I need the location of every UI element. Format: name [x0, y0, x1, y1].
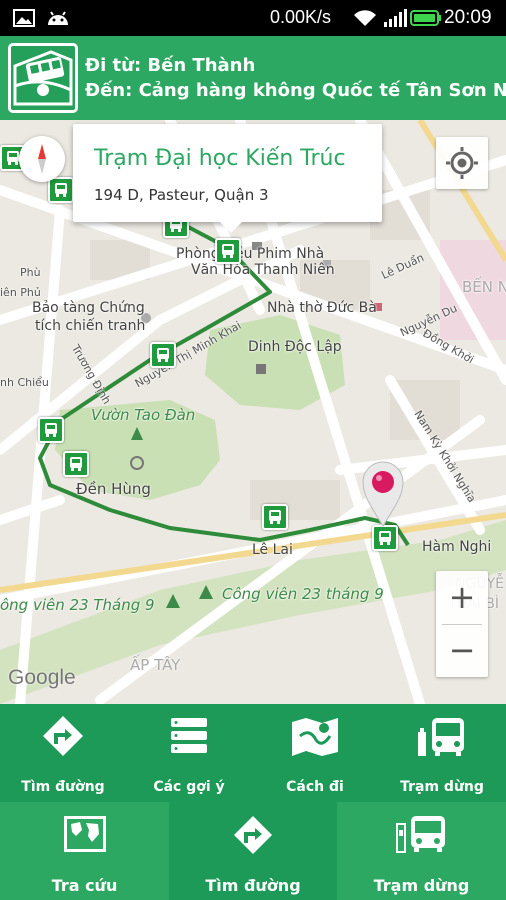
status-bar: 0.00K/s 20:09 [0, 0, 506, 36]
bus-stop-marker-selected[interactable] [215, 238, 241, 264]
my-location-icon [446, 147, 478, 179]
clock: 20:09 [444, 7, 492, 28]
map-label-bao-tang-2: tích chiến tranh [35, 318, 146, 334]
zoom-out-button[interactable]: − [436, 624, 488, 677]
zoom-in-button[interactable]: + [436, 571, 488, 624]
tab-cac-goi-y[interactable]: Các gợi ý [126, 704, 252, 802]
nav-tim-duong[interactable]: Tìm đường [169, 802, 337, 900]
map-label-van-hoa: Văn Hóa Thanh Niên [191, 262, 335, 278]
map-label-le-lai: Lê Lai [252, 542, 293, 558]
map-label-cong-vien-left: ông viên 23 Tháng 9 [0, 596, 155, 614]
app-root: 0.00K/s 20:09 Đi từ: Bến Thành Đến: Cảng… [0, 0, 506, 900]
map-label-nha-tho: Nhà thờ Đức Bà [267, 300, 377, 316]
image-icon [13, 9, 35, 27]
bus-stop-marker[interactable] [38, 417, 64, 443]
battery-icon [410, 10, 441, 26]
map-icon [292, 718, 338, 756]
android-icon [48, 11, 68, 25]
map-label-ap-tay: ẤP TÂY [130, 656, 181, 674]
stop-name: Trạm Đại học Kiến Trúc [94, 146, 346, 171]
bus-stop-icon [395, 816, 445, 853]
map-label-bien-phu: iên Phủ [0, 286, 41, 299]
stop-info-popup[interactable]: Trạm Đại học Kiến Trúc 194 D, Pasteur, Q… [73, 124, 382, 233]
nav-label: Trạm dừng [373, 876, 470, 895]
bus-stop-marker[interactable] [372, 525, 398, 551]
bus-stop-marker[interactable] [262, 504, 288, 530]
map-label-ben-n: BẾN N [462, 278, 506, 296]
google-logo: Google [8, 666, 76, 689]
destination-label: Đến: Cảng hàng không Quốc tế Tân Sơn Nhấ… [85, 80, 506, 101]
map-label-cong-vien-right: Công viên 23 tháng 9 [222, 585, 384, 603]
stop-address: 194 D, Pasteur, Quận 3 [94, 186, 269, 204]
bottom-nav: Tra cứu Tìm đường Trạm dừng [0, 802, 506, 900]
palace-icon [256, 364, 266, 374]
tab-tram-dung-top[interactable]: Trạm dừng [378, 704, 506, 802]
origin-label: Đi từ: Bến Thành [85, 55, 256, 76]
world-map-icon [63, 816, 106, 852]
wifi-icon [354, 10, 376, 26]
tab-label: Cách đi [286, 779, 344, 795]
tab-cach-di[interactable]: Cách đi [252, 704, 378, 802]
nav-label: Tìm đường [205, 876, 301, 895]
list-icon [171, 718, 207, 753]
route-header: Đi từ: Bến Thành Đến: Cảng hàng không Qu… [0, 36, 506, 120]
network-speed: 0.00K/s [270, 7, 332, 27]
directions-icon [43, 716, 83, 756]
map-label-phim-nha: ều Phim Nhà [235, 246, 325, 262]
route-tabs: Tìm đường Các gợi ý Cách đi Trạm dừng [0, 704, 506, 802]
directions-icon [234, 816, 272, 854]
tab-tim-duong[interactable]: Tìm đường [0, 704, 126, 802]
map-label-den-hung: Đền Hùng [76, 480, 151, 498]
compass-icon [38, 144, 46, 174]
zoom-controls: + − [436, 571, 488, 677]
nav-label: Tra cứu [51, 876, 118, 895]
nav-tram-dung[interactable]: Trạm dừng [337, 802, 506, 900]
nav-tra-cuu[interactable]: Tra cứu [0, 802, 169, 900]
bus-stop-marker[interactable] [63, 451, 89, 477]
my-location-button[interactable] [436, 137, 488, 189]
compass-button[interactable] [19, 136, 65, 182]
map-label-nh-chieu: nh Chiểu [0, 376, 49, 389]
signal-icon [384, 9, 407, 27]
tab-label: Trạm dừng [400, 779, 484, 795]
map-view[interactable]: Phòng ều Phim Nhà Văn Hóa Thanh Niên Bảo… [0, 120, 506, 704]
bus-route-icon[interactable] [8, 43, 78, 113]
bus-stop-marker[interactable] [150, 342, 176, 368]
map-label-bao-tang-1: Bảo tàng Chứng [32, 300, 145, 316]
map-label-phong: Phòng [176, 246, 220, 262]
map-label-ham-nghi: Hàm Nghi [422, 539, 492, 555]
map-label-phu: Phù [20, 266, 41, 279]
destination-pin-icon[interactable] [361, 460, 405, 528]
tab-label: Các gợi ý [153, 779, 225, 795]
map-label-vuon-tao-dan: Vườn Tao Đàn [91, 406, 196, 424]
tab-label: Tìm đường [21, 779, 105, 795]
bus-stop-icon [418, 718, 464, 756]
map-label-dinh: Dinh Độc Lập [248, 339, 342, 355]
